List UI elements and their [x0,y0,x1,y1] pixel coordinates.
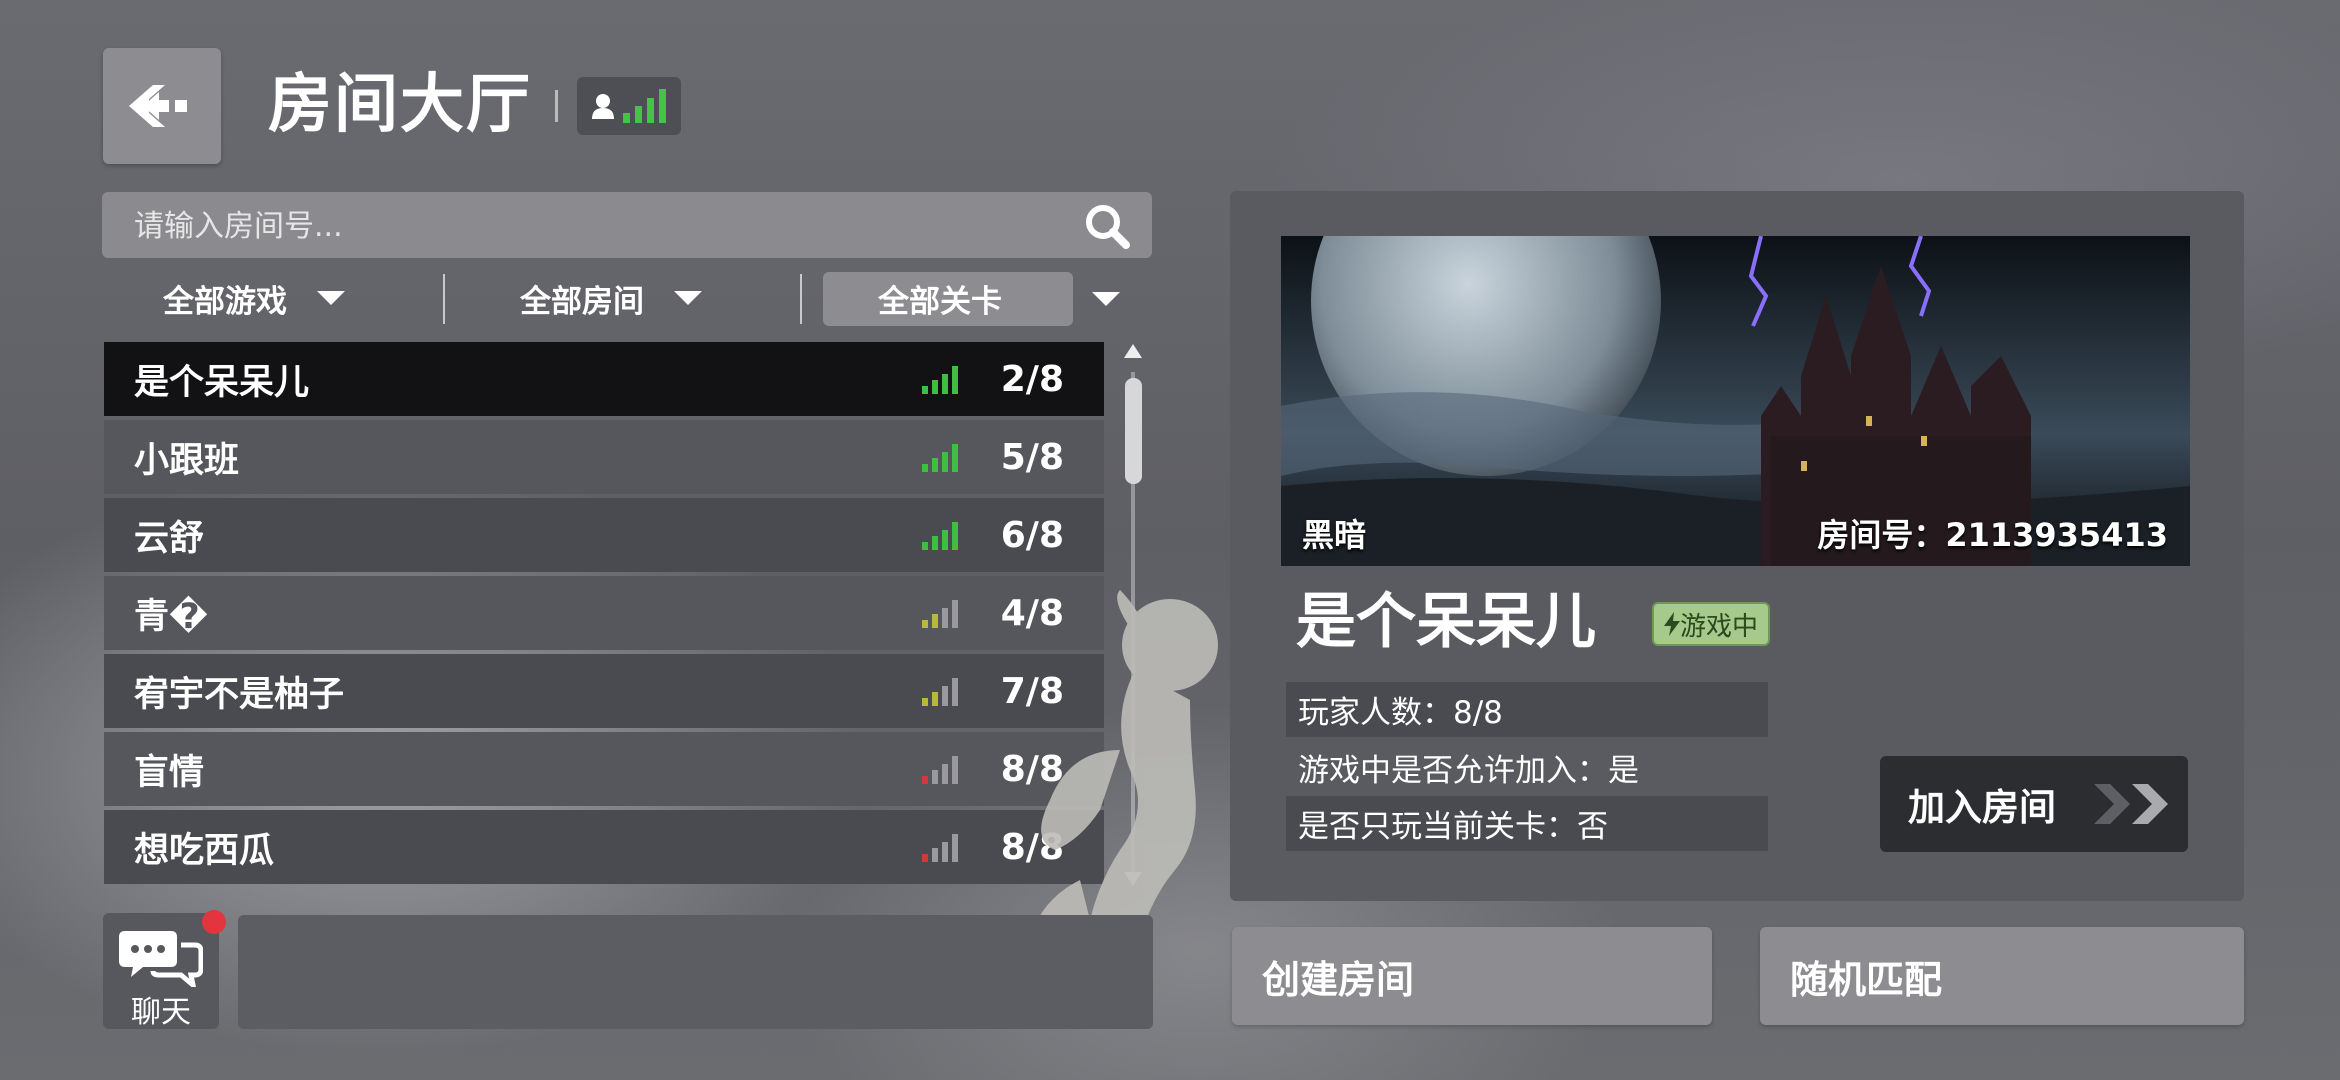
scrollbar-thumb[interactable] [1125,378,1142,484]
signal-strength-icon [922,600,958,628]
signal-strength-icon [922,756,958,784]
room-list-row[interactable]: 云舒 6/8 [104,498,1104,572]
signal-strength-icon [922,366,958,394]
room-list-row[interactable]: 想吃西瓜 8/8 [104,810,1104,884]
signal-strength-icon [922,834,958,862]
detail-room-name: 是个呆呆儿 [1296,587,1596,657]
search-icon[interactable] [1084,203,1130,249]
lightning-icon [1664,612,1680,636]
player-count-info: 玩家人数：8/8 [1286,682,1768,737]
room-id: 房间号：2113935413 [1817,516,2168,554]
chevron-down-icon [674,291,702,305]
room-list-row[interactable]: 盲情 8/8 [104,732,1104,806]
room-name: 想吃西瓜 [134,830,275,871]
scroll-up-arrow[interactable] [1124,344,1142,358]
player-count: 5/8 [1000,436,1064,478]
room-name: 青� [134,596,208,637]
filter-game-dropdown[interactable]: 全部游戏 [163,270,345,326]
create-room-button[interactable]: 创建房间 [1232,927,1712,1025]
room-list-row[interactable]: 宥宇不是柚子 7/8 [104,654,1104,728]
chat-label: 聊天 [131,995,191,1030]
chevron-down-icon [317,291,345,305]
room-list-row[interactable]: 是个呆呆儿 2/8 [104,342,1104,416]
room-list-row[interactable]: 小跟班 5/8 [104,420,1104,494]
join-room-label: 加入房间 [1908,786,2056,829]
page-title: 房间大厅 [268,68,532,142]
filter-divider [800,274,802,324]
player-count: 2/8 [1000,358,1064,400]
back-button[interactable] [103,48,221,164]
room-name: 盲情 [134,752,205,793]
status-label: 游戏中 [1680,611,1759,642]
current-level-only-info: 是否只玩当前关卡：否 [1286,796,1768,851]
room-name: 是个呆呆儿 [134,362,310,403]
signal-strength-icon [922,522,958,550]
title-divider [555,90,558,122]
filter-room-dropdown[interactable]: 全部房间 [520,270,702,326]
chat-message-area[interactable] [238,915,1153,1029]
chat-button[interactable]: 聊天 [103,913,219,1030]
room-search-input[interactable] [132,192,1036,260]
room-list-row[interactable]: 青� 4/8 [104,576,1104,650]
back-arrow-icon [129,85,187,127]
signal-icon [623,89,666,123]
notification-dot [202,910,226,934]
filter-divider [443,274,445,324]
user-icon [592,94,614,119]
network-status-badge [577,77,681,135]
room-name: 云舒 [134,518,205,559]
allow-join-info: 游戏中是否允许加入：是 [1298,753,1639,789]
search-bar [102,192,1152,260]
room-name: 小跟班 [134,440,240,481]
filter-level-label: 全部关卡 [878,283,1002,320]
room-list: 是个呆呆儿 2/8 小跟班 5/8 云舒 6/8 青� 4/8 宥宇不是柚子 7/8 盲情 8/8 想吃… [104,342,1104,888]
status-badge: 游戏中 [1652,602,1771,646]
signal-strength-icon [922,444,958,472]
join-room-button[interactable]: 加入房间 [1880,756,2188,852]
double-chevron-right-icon [2094,784,2168,824]
chevron-down-icon[interactable] [1092,292,1120,306]
chat-icon [119,931,203,987]
level-name: 黑暗 [1302,516,1367,554]
signal-strength-icon [922,678,958,706]
filter-room-label: 全部房间 [520,283,644,320]
random-match-button[interactable]: 随机匹配 [1760,927,2244,1025]
room-name: 宥宇不是柚子 [134,674,345,715]
filter-game-label: 全部游戏 [163,283,287,320]
player-count: 6/8 [1000,514,1064,556]
